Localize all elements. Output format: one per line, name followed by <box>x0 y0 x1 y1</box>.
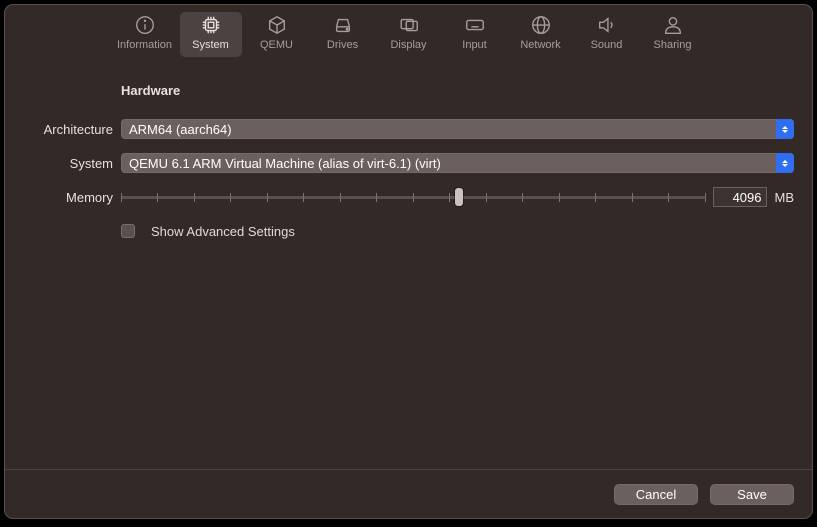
memory-unit: MB <box>775 190 795 205</box>
tab-system[interactable]: System <box>180 12 242 57</box>
updown-icon <box>776 153 794 173</box>
tab-display[interactable]: Display <box>378 12 440 57</box>
hardware-heading: Hardware <box>121 83 180 98</box>
person-icon <box>662 13 684 37</box>
memory-slider[interactable] <box>121 185 705 209</box>
globe-icon <box>530 13 552 37</box>
tab-sound[interactable]: Sound <box>576 12 638 57</box>
display-icon <box>397 13 421 37</box>
show-advanced-label: Show Advanced Settings <box>151 224 295 239</box>
tab-information[interactable]: Information <box>114 12 176 57</box>
tab-label: Network <box>520 39 560 51</box>
show-advanced-checkbox[interactable] <box>121 224 135 238</box>
system-pane: Hardware Architecture ARM64 (aarch64) Sy… <box>5 62 812 244</box>
info-icon <box>134 13 156 37</box>
cpu-icon <box>200 13 222 37</box>
memory-input[interactable] <box>713 187 767 207</box>
system-label: System <box>23 156 121 171</box>
memory-label: Memory <box>23 190 121 205</box>
tab-qemu[interactable]: QEMU <box>246 12 308 57</box>
drive-icon <box>332 13 354 37</box>
cancel-button[interactable]: Cancel <box>614 484 698 505</box>
settings-window: Information System QEMU Drives Display <box>4 4 813 519</box>
architecture-value: ARM64 (aarch64) <box>129 122 232 137</box>
architecture-popup[interactable]: ARM64 (aarch64) <box>121 119 794 139</box>
tab-label: Input <box>462 39 486 51</box>
system-popup[interactable]: QEMU 6.1 ARM Virtual Machine (alias of v… <box>121 153 794 173</box>
system-value: QEMU 6.1 ARM Virtual Machine (alias of v… <box>129 156 441 171</box>
tab-label: Sharing <box>654 39 692 51</box>
architecture-label: Architecture <box>23 122 121 137</box>
settings-toolbar: Information System QEMU Drives Display <box>5 5 812 62</box>
tab-label: Drives <box>327 39 358 51</box>
tab-label: Information <box>117 39 172 51</box>
save-button[interactable]: Save <box>710 484 794 505</box>
save-button-label: Save <box>737 487 767 502</box>
tab-sharing[interactable]: Sharing <box>642 12 704 57</box>
dialog-footer: Cancel Save <box>5 469 812 518</box>
tab-label: System <box>192 39 229 51</box>
slider-thumb[interactable] <box>455 188 463 206</box>
tab-input[interactable]: Input <box>444 12 506 57</box>
tab-drives[interactable]: Drives <box>312 12 374 57</box>
tab-label: QEMU <box>260 39 293 51</box>
cube-icon <box>266 13 288 37</box>
keyboard-icon <box>463 13 487 37</box>
cancel-button-label: Cancel <box>636 487 676 502</box>
updown-icon <box>776 119 794 139</box>
tab-label: Sound <box>591 39 623 51</box>
speaker-icon <box>596 13 618 37</box>
tab-label: Display <box>390 39 426 51</box>
tab-network[interactable]: Network <box>510 12 572 57</box>
